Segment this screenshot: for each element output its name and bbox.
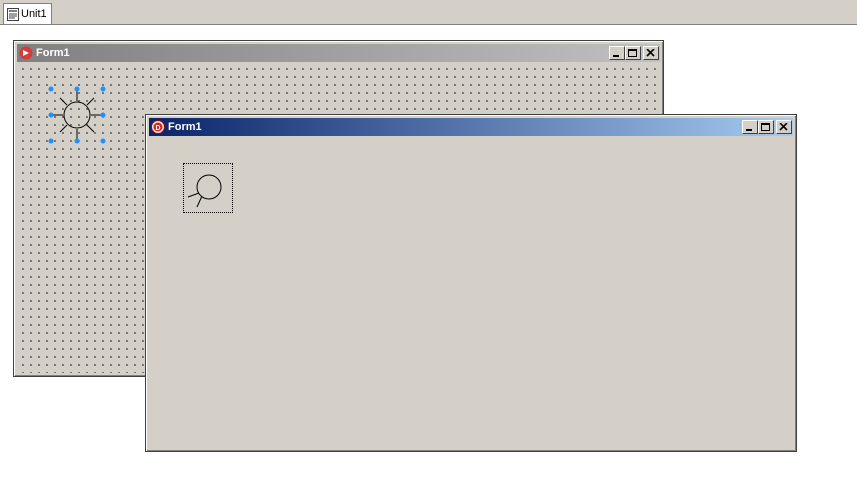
close-icon	[779, 123, 788, 131]
lazarus-icon	[19, 46, 33, 60]
component-glyph	[52, 90, 102, 140]
minimize-icon	[746, 129, 752, 131]
minimize-icon	[613, 55, 619, 57]
maximize-icon	[761, 123, 770, 131]
resize-handle	[100, 138, 106, 144]
designer-title: Form1	[36, 47, 70, 59]
resize-handle	[100, 112, 106, 118]
resize-handle	[48, 86, 54, 92]
runtime-form-window[interactable]: D Form1	[145, 114, 797, 452]
selected-component[interactable]	[47, 85, 107, 145]
maximize-button[interactable]	[758, 120, 774, 134]
maximize-button[interactable]	[625, 46, 641, 60]
svg-text:D: D	[155, 125, 160, 132]
delphi-icon: D	[151, 120, 165, 134]
resize-handle	[74, 86, 80, 92]
close-icon	[646, 49, 655, 57]
resize-handle	[100, 86, 106, 92]
runtime-title: Form1	[168, 121, 202, 133]
editor-tab-strip: Unit1	[0, 0, 857, 25]
close-button[interactable]	[643, 46, 659, 60]
close-button[interactable]	[776, 120, 792, 134]
resize-handle	[48, 112, 54, 118]
resize-handle	[74, 138, 80, 144]
runtime-client-area[interactable]	[149, 137, 793, 448]
runtime-component[interactable]	[183, 163, 233, 213]
minimize-button[interactable]	[609, 46, 625, 60]
unit-file-icon	[7, 7, 19, 21]
tab-unit1[interactable]: Unit1	[3, 3, 52, 24]
resize-handle	[48, 138, 54, 144]
runtime-title-bar[interactable]: D Form1	[149, 118, 793, 136]
component-glyph	[187, 174, 222, 208]
maximize-icon	[628, 49, 637, 57]
designer-title-bar[interactable]: Form1	[17, 44, 660, 62]
tab-label: Unit1	[21, 8, 47, 20]
minimize-button[interactable]	[742, 120, 758, 134]
